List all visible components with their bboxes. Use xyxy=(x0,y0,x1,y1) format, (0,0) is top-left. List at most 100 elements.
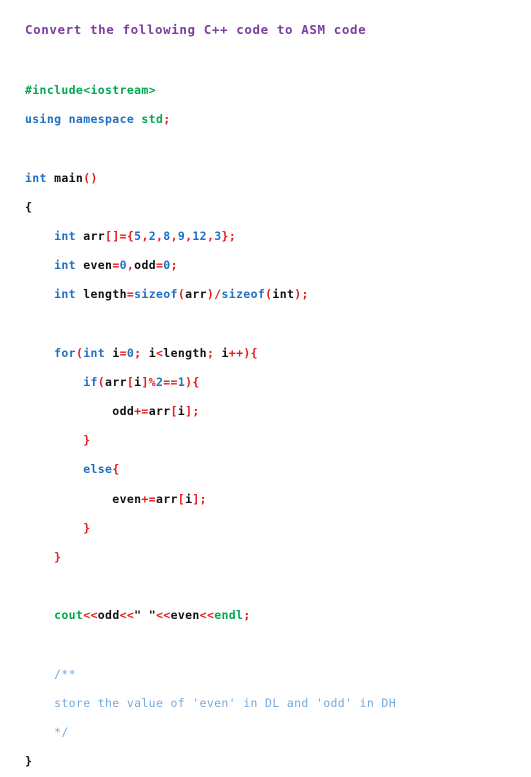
code-token: even xyxy=(170,608,200,623)
code-token: << xyxy=(199,608,215,623)
code-token: 3 xyxy=(214,228,222,243)
code-token: { xyxy=(25,199,33,214)
code-token: /** xyxy=(54,666,76,681)
code-token: odd xyxy=(134,258,156,273)
code-token: ( xyxy=(177,287,186,302)
code-token: = xyxy=(119,345,127,360)
code-token: } xyxy=(25,754,33,769)
code-token: int xyxy=(54,228,76,243)
code-line: int main() xyxy=(25,164,515,193)
code-token: () xyxy=(83,170,98,185)
page-title: Convert the following C++ code to ASM co… xyxy=(25,22,367,37)
code-token: ; xyxy=(301,287,309,302)
code-token: arr xyxy=(148,404,171,419)
code-token: ; xyxy=(243,608,251,623)
code-token: []= xyxy=(105,228,127,243)
code-token: for xyxy=(54,345,76,360)
code-token: ++ xyxy=(228,345,244,360)
code-token: arr xyxy=(105,374,127,389)
code-token: == xyxy=(163,374,178,389)
code-line: int even=0,odd=0; xyxy=(25,251,515,280)
code-token: int xyxy=(272,287,295,302)
code-line: cout<<odd<<" "<<even<<endl; xyxy=(25,601,515,630)
code-token: } xyxy=(221,228,229,243)
code-token: [ xyxy=(177,491,186,506)
code-token: odd xyxy=(112,404,135,419)
code-line: /** xyxy=(25,660,515,689)
code-token: { xyxy=(112,462,120,477)
code-token: = xyxy=(112,258,120,273)
code-token: 12 xyxy=(192,228,207,243)
code-token: arr xyxy=(83,228,106,243)
code-token: , xyxy=(170,228,178,243)
code-token: else xyxy=(83,462,113,477)
code-token: even xyxy=(112,491,142,506)
code-token: } xyxy=(54,550,62,564)
code-token: i xyxy=(221,345,229,360)
code-token: { xyxy=(250,345,258,360)
code-token: += xyxy=(141,491,156,506)
code-token: << xyxy=(119,608,135,623)
code-token: } xyxy=(83,520,91,535)
code-token: ; xyxy=(163,112,171,127)
code-listing: #include<iostream> using namespace std; i… xyxy=(25,76,515,777)
code-token: cout xyxy=(54,608,84,623)
code-line: } xyxy=(25,543,515,572)
code-token: namespace xyxy=(68,112,135,127)
code-line: int arr[]={5,2,8,9,12,3}; xyxy=(25,222,515,251)
code-line: even+=arr[i]; xyxy=(25,485,515,514)
code-token: 8 xyxy=(163,228,171,243)
code-token: ] xyxy=(141,374,149,389)
code-token: ) xyxy=(243,345,251,360)
code-line: for(int i=0; i<length; i++){ xyxy=(25,339,515,368)
code-token: even xyxy=(83,258,113,273)
code-token: , xyxy=(141,228,149,243)
code-line: else{ xyxy=(25,455,515,484)
code-token: using xyxy=(25,112,62,127)
code-token: sizeof xyxy=(134,287,178,302)
code-token: int xyxy=(54,258,76,273)
code-line: if(arr[i]%2==1){ xyxy=(25,368,515,397)
code-token: 0 xyxy=(119,258,127,273)
code-token: int xyxy=(54,287,76,302)
code-prompt-page: Convert the following C++ code to ASM co… xyxy=(0,0,531,768)
code-token: length xyxy=(163,345,207,360)
code-token: [ xyxy=(170,404,178,419)
code-line: { xyxy=(25,193,515,222)
code-token: length xyxy=(83,287,127,302)
code-token: ) xyxy=(294,287,302,302)
code-token: i xyxy=(148,345,157,360)
code-token: << xyxy=(156,608,171,623)
code-token: store the value of 'even' in DL and 'odd… xyxy=(54,695,396,710)
code-token: i xyxy=(177,404,186,419)
code-token: endl xyxy=(214,608,244,623)
code-token: int xyxy=(25,170,47,185)
code-token: std xyxy=(141,112,164,127)
code-token: */ xyxy=(54,725,69,740)
code-line: } xyxy=(25,747,515,776)
code-line: using namespace std; xyxy=(25,105,515,134)
code-token: % xyxy=(148,374,156,389)
code-token: main xyxy=(54,170,84,185)
code-token: sizeof xyxy=(221,287,266,302)
code-token: ; xyxy=(228,228,237,243)
code-token: { xyxy=(192,374,200,389)
code-token: arr xyxy=(155,491,178,506)
